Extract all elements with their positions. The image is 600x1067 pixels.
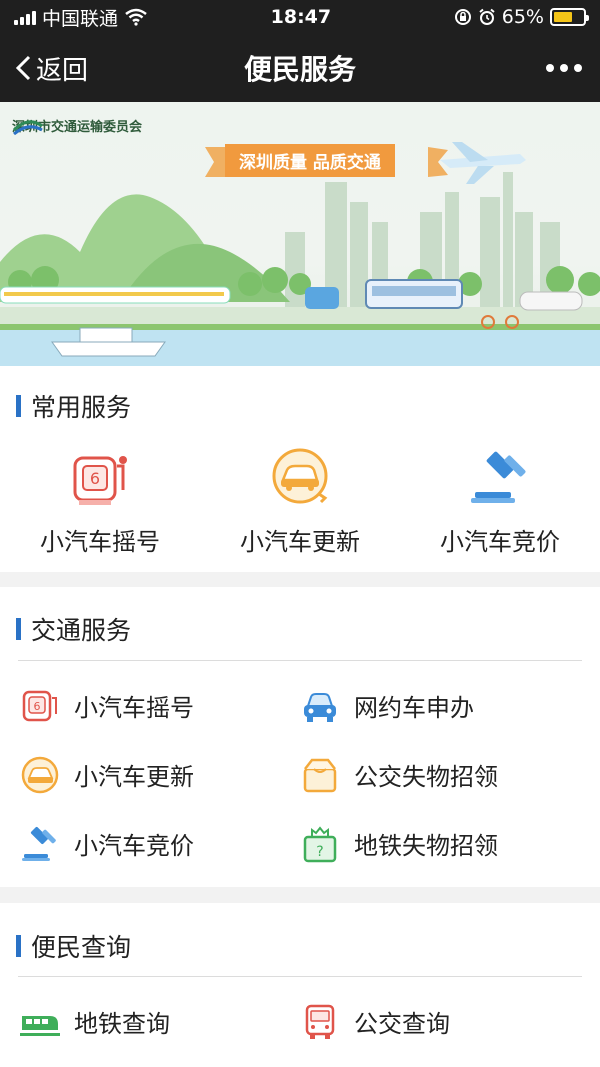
service-label: 公交查询 [354, 1010, 450, 1038]
auction-gavel-icon [22, 826, 56, 861]
service-label: 网约车申办 [354, 694, 474, 722]
common-services-section: 常用服务 6 小汽车摇号 小汽车更新 小汽车竞价 [0, 366, 600, 572]
query-bus[interactable]: 公交查询 [300, 987, 600, 1056]
bus-icon [305, 1004, 335, 1039]
chevron-left-icon [15, 55, 31, 81]
svg-text:?: ? [316, 844, 323, 860]
traffic-service-car-renew[interactable]: 小汽车更新 [0, 740, 300, 809]
service-label: 公交失物招领 [354, 763, 498, 791]
service-label: 小汽车摇号 [74, 694, 194, 722]
lottery-icon: 6 [22, 690, 57, 721]
svg-text:6: 6 [34, 700, 41, 713]
status-bar: 中国联通 18:47 65% [0, 0, 600, 34]
service-label: 小汽车竞价 [74, 832, 194, 860]
city-transport-illustration [0, 142, 600, 366]
dot-icon [560, 64, 568, 72]
svg-text:6: 6 [90, 469, 100, 488]
organization-brand: 深圳市交通运输委员会 [12, 116, 142, 136]
divider [18, 976, 582, 977]
service-label: 小汽车更新 [74, 763, 194, 791]
public-query-section: 便民查询 地铁查询 公交查询 [0, 903, 600, 1067]
signal-icon [14, 9, 36, 25]
traffic-services-section: 交通服务 6 小汽车摇号 网约车申办 小汽车更新 公交失物招领 小汽车竞价 ? … [0, 587, 600, 887]
traffic-service-metro-lost-found[interactable]: ? 地铁失物招领 [300, 809, 600, 878]
common-service-label: 小汽车竞价 [440, 528, 560, 556]
box-icon [303, 758, 337, 792]
traffic-service-bus-lost-found[interactable]: 公交失物招领 [300, 740, 600, 809]
service-label: 地铁失物招领 [354, 832, 498, 860]
alarm-icon [479, 8, 495, 25]
wifi-icon [125, 8, 147, 26]
battery-icon [549, 8, 589, 26]
common-service-auction[interactable]: 小汽车竞价 [400, 446, 600, 557]
dot-icon [574, 64, 582, 72]
section-title: 常用服务 [0, 388, 131, 424]
back-label: 返回 [36, 55, 89, 86]
common-service-car-renew[interactable]: 小汽车更新 [200, 446, 400, 557]
back-button[interactable]: 返回 [14, 50, 88, 87]
car-front-icon [304, 692, 336, 722]
auction-gavel-icon [471, 451, 526, 503]
battery-percent: 65% [501, 6, 544, 28]
divider [18, 660, 582, 661]
nav-bar: 返回 便民服务 [0, 34, 600, 102]
dot-icon [546, 64, 554, 72]
car-renew-icon [272, 448, 328, 504]
transport-commission-logo-icon [12, 120, 43, 136]
traffic-service-ride-hailing[interactable]: 网约车申办 [300, 671, 600, 740]
section-title: 便民查询 [0, 928, 131, 964]
page-title: 便民服务 [243, 53, 357, 86]
service-label: 地铁查询 [74, 1010, 170, 1038]
common-service-label: 小汽车摇号 [40, 528, 160, 556]
traffic-service-auction[interactable]: 小汽车竞价 [0, 809, 300, 878]
banner-slogan: 深圳质量 品质交通 [225, 144, 395, 177]
common-service-label: 小汽车更新 [240, 528, 360, 556]
car-renew-icon [21, 756, 59, 793]
rotation-lock-icon [454, 9, 471, 25]
top-bar: 中国联通 18:47 65% 返回 便民服务 [0, 0, 600, 102]
bag-question-icon: ? [303, 825, 337, 862]
clock: 18:47 [270, 6, 332, 28]
common-service-lottery[interactable]: 6 小汽车摇号 [0, 446, 200, 557]
lottery-icon: 6 [73, 456, 127, 505]
traffic-service-lottery[interactable]: 6 小汽车摇号 [0, 671, 300, 740]
more-options-button[interactable] [542, 56, 586, 80]
query-metro[interactable]: 地铁查询 [0, 987, 300, 1056]
section-title: 交通服务 [0, 611, 131, 647]
banner[interactable]: 深圳市交通运输委员会 深圳质量 品质交通 [0, 102, 600, 366]
carrier-label: 中国联通 [42, 7, 119, 30]
metro-train-icon [20, 1015, 60, 1036]
